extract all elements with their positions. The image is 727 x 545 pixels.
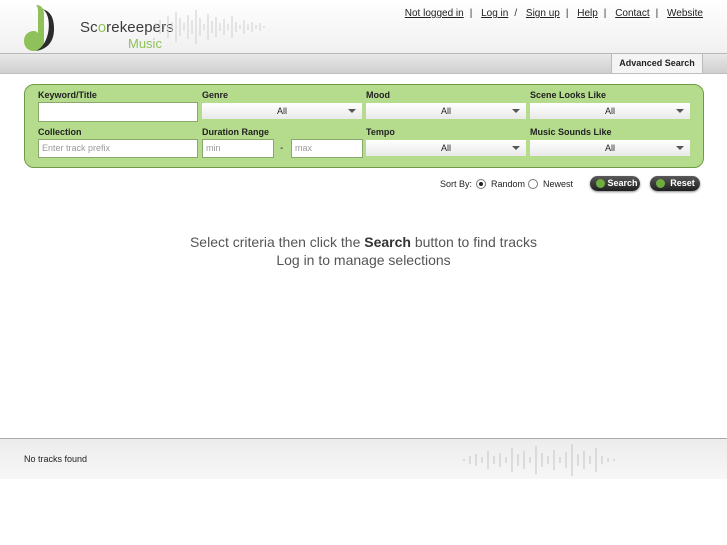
chevron-down-icon [512, 146, 520, 150]
header-bar: Scorekeepers Music Not logged in | Log in… [0, 0, 727, 54]
logo-note-icon [24, 5, 54, 51]
genre-label: Genre [202, 90, 229, 100]
genre-value: All [276, 106, 287, 116]
top-links: Not logged in | Log in / Sign up | Help | Co… [404, 8, 703, 19]
contact-link[interactable]: Contact [615, 8, 649, 19]
chevron-down-icon [348, 109, 356, 113]
duration-label: Duration Range [202, 127, 270, 137]
keyword-input[interactable] [38, 102, 198, 122]
duration-min-input[interactable]: min [202, 139, 274, 158]
search-button[interactable]: Search [590, 176, 640, 191]
genre-select[interactable]: All [202, 103, 362, 119]
scene-label: Scene Looks Like [530, 90, 607, 100]
mood-value: All [440, 106, 451, 116]
duration-max-input[interactable]: max [291, 139, 363, 158]
collection-label: Collection [38, 127, 82, 137]
scene-select[interactable]: All [530, 103, 690, 119]
signup-link[interactable]: Sign up [526, 8, 560, 19]
keyword-label: Keyword/Title [38, 90, 97, 100]
brand-logo[interactable]: Scorekeepers Music [22, 3, 174, 53]
search-filter-panel: Keyword/Title Genre All Mood All Scene L… [24, 84, 704, 168]
sort-random-label: Random [491, 179, 526, 189]
website-link[interactable]: Website [667, 8, 703, 19]
sort-newest-radio[interactable] [528, 179, 538, 189]
footer-waveform-graphic [463, 444, 615, 476]
radio-selected-dot [479, 182, 483, 186]
chevron-down-icon [512, 109, 520, 113]
reset-button-label: Reset [670, 178, 695, 188]
sort-random-radio[interactable] [476, 179, 486, 189]
waveform-graphic [155, 10, 265, 44]
sounds-label: Music Sounds Like [530, 127, 612, 137]
sounds-value: All [604, 143, 615, 153]
sounds-select[interactable]: All [530, 140, 690, 156]
tempo-select[interactable]: All [366, 140, 526, 156]
collection-input[interactable]: Enter track prefix [38, 139, 198, 158]
instruction-message: Select criteria then click the Search bu… [189, 234, 538, 250]
chevron-down-icon [676, 109, 684, 113]
reset-icon [656, 179, 665, 188]
login-status-link[interactable]: Not logged in [405, 8, 464, 19]
tempo-label: Tempo [366, 127, 395, 137]
search-button-label: Search [607, 178, 638, 188]
chevron-down-icon [676, 146, 684, 150]
mood-select[interactable]: All [366, 103, 526, 119]
sort-by-label: Sort By: [440, 179, 473, 189]
results-status: No tracks found [24, 454, 88, 464]
tab-advanced-search[interactable]: Advanced Search [611, 54, 703, 73]
search-icon [596, 179, 605, 188]
scene-value: All [604, 106, 615, 116]
sort-newest-label: Newest [543, 179, 574, 189]
reset-button[interactable]: Reset [650, 176, 700, 191]
login-hint-message: Log in to manage selections [276, 252, 451, 268]
login-link[interactable]: Log in [481, 8, 508, 19]
help-link[interactable]: Help [577, 8, 598, 19]
mood-label: Mood [366, 90, 390, 100]
duration-separator: - [280, 143, 284, 154]
tempo-value: All [440, 143, 451, 153]
